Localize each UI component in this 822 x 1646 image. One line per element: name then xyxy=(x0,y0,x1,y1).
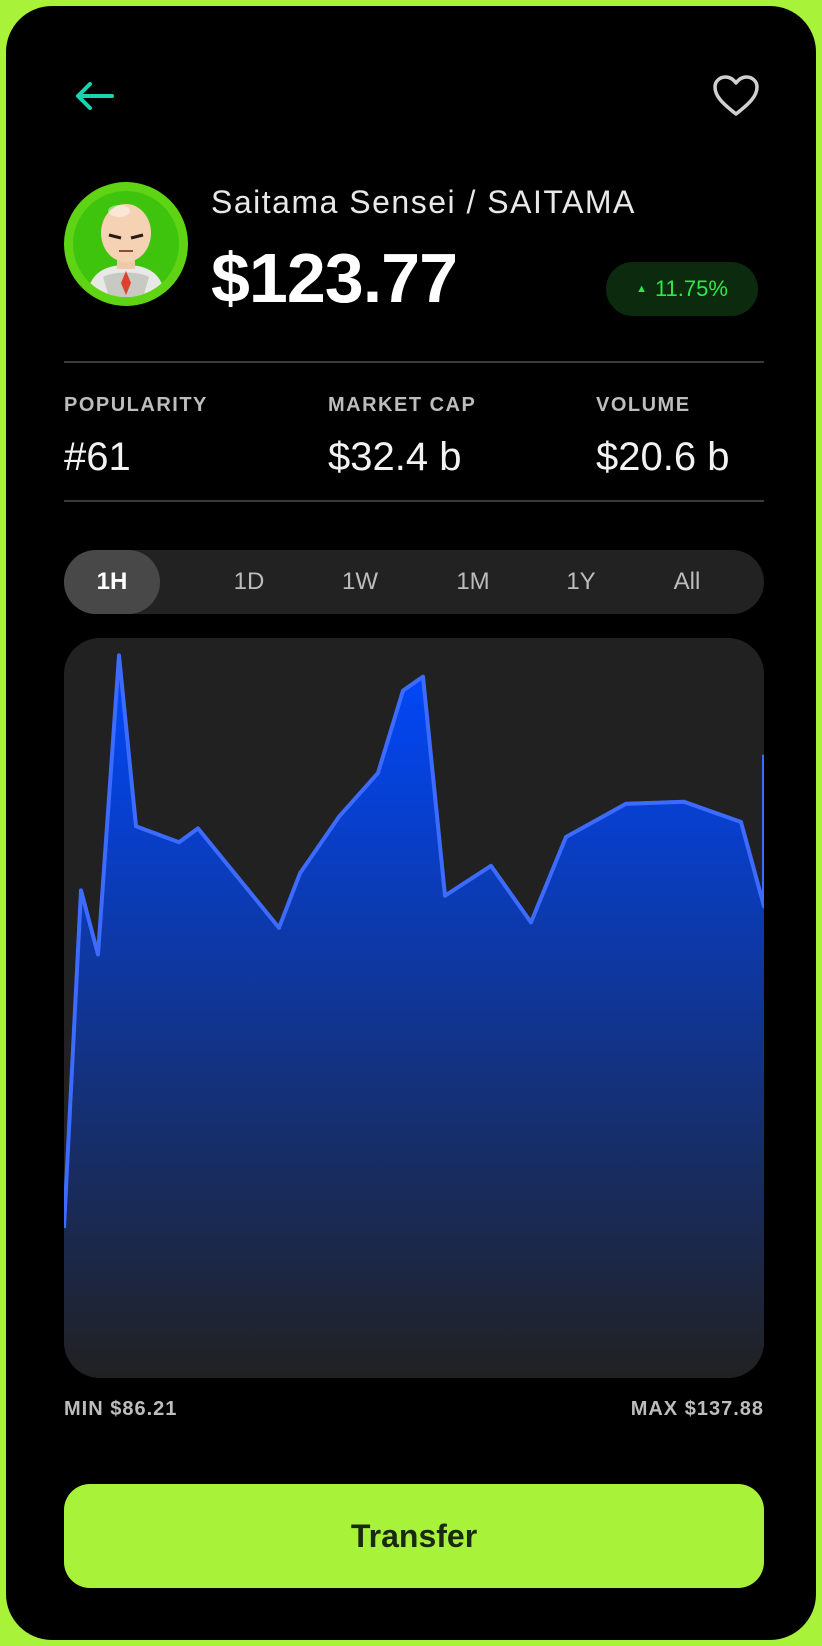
back-button[interactable] xyxy=(64,68,124,124)
price-change-badge: ▲ 11.75% xyxy=(606,262,758,316)
stat-value: $32.4 b xyxy=(328,435,462,479)
character-avatar-icon xyxy=(87,204,165,297)
divider-bottom xyxy=(64,500,764,502)
tab-1h[interactable]: 1H xyxy=(64,550,160,614)
transfer-button[interactable]: Transfer xyxy=(64,1484,764,1588)
token-avatar xyxy=(64,182,188,306)
tab-all[interactable]: All xyxy=(647,550,727,614)
stat-value: #61 xyxy=(64,435,131,479)
price-chart-svg xyxy=(64,653,764,1378)
heart-outline-icon xyxy=(713,75,759,116)
token-price: $123.77 xyxy=(211,239,458,317)
stat-label: POPULARITY xyxy=(64,394,208,416)
stat-market-cap: MARKET CAP $32.4 b xyxy=(328,394,476,480)
price-change-value: 11.75% xyxy=(654,276,728,301)
token-name: Saitama Sensei / SAITAMA xyxy=(211,184,636,220)
chart-max-label: MAX $137.88 xyxy=(630,1398,764,1420)
chart-area xyxy=(64,655,764,1378)
stat-volume: VOLUME $20.6 b xyxy=(596,394,729,480)
stat-popularity: POPULARITY #61 xyxy=(64,394,208,480)
stat-value: $20.6 b xyxy=(596,435,730,479)
favorite-button[interactable] xyxy=(706,68,766,124)
chart-min-label: MIN $86.21 xyxy=(64,1398,178,1420)
arrow-up-icon: ▲ xyxy=(636,283,647,295)
tab-1d[interactable]: 1D xyxy=(209,550,289,614)
stat-label: VOLUME xyxy=(596,394,691,416)
stat-label: MARKET CAP xyxy=(328,394,477,416)
tab-1m[interactable]: 1M xyxy=(433,550,513,614)
arrow-left-icon xyxy=(76,82,114,110)
app-screen: Saitama Sensei / SAITAMA $123.77 ▲ 11.75… xyxy=(6,6,816,1640)
divider-top xyxy=(64,361,764,363)
price-chart[interactable] xyxy=(64,638,764,1378)
tab-1w[interactable]: 1W xyxy=(320,550,400,614)
tab-1y[interactable]: 1Y xyxy=(541,550,621,614)
timeframe-tabs: 1H 1D 1W 1M 1Y All xyxy=(64,550,764,614)
